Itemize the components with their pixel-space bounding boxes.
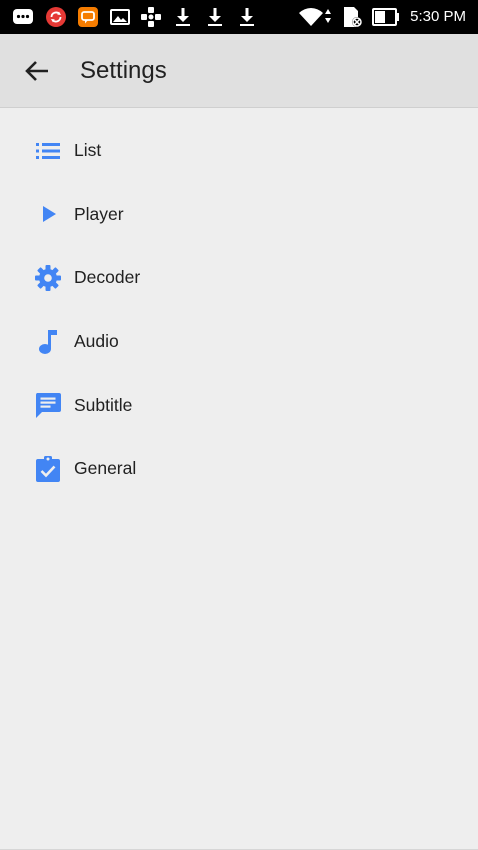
arrow-back-icon — [25, 61, 48, 81]
download-icon — [236, 6, 258, 28]
assignment-check-icon — [33, 454, 63, 484]
menu-item-audio[interactable]: Audio — [0, 310, 478, 374]
gallery-icon — [109, 6, 131, 28]
list-icon — [33, 136, 63, 166]
menu-item-label: General — [74, 458, 137, 479]
menu-item-label: Decoder — [74, 267, 141, 288]
subtitle-icon — [33, 390, 63, 420]
message-icon — [12, 6, 34, 28]
status-time: 5:30 PM — [410, 8, 466, 25]
wifi-icon — [298, 6, 334, 28]
menu-item-label: Player — [74, 203, 124, 224]
play-icon — [33, 199, 63, 229]
back-button[interactable] — [22, 57, 52, 85]
sync-app-icon — [45, 6, 67, 28]
menu-item-label: Subtitle — [74, 394, 133, 415]
battery-icon — [372, 6, 400, 28]
menu-item-list[interactable]: List — [0, 119, 478, 183]
download-icon — [172, 6, 194, 28]
page-title: Settings — [80, 57, 167, 84]
menu-item-subtitle[interactable]: Subtitle — [0, 373, 478, 437]
no-sim-icon — [341, 6, 363, 28]
menu-item-label: Audio — [74, 331, 119, 352]
music-note-icon — [33, 327, 63, 357]
gear-icon — [33, 263, 63, 293]
download-icon — [204, 6, 226, 28]
menu-item-player[interactable]: Player — [0, 183, 478, 247]
chat-app-icon — [77, 6, 99, 28]
menu-item-decoder[interactable]: Decoder — [0, 246, 478, 310]
settings-menu: List Player Decoder Audio Subtitle Gener… — [0, 119, 478, 501]
status-bar: 5:30 PM — [0, 0, 478, 34]
menu-item-label: List — [74, 140, 102, 161]
menu-item-general[interactable]: General — [0, 437, 478, 501]
game-controller-icon — [140, 6, 162, 28]
app-bar: Settings — [0, 34, 478, 108]
